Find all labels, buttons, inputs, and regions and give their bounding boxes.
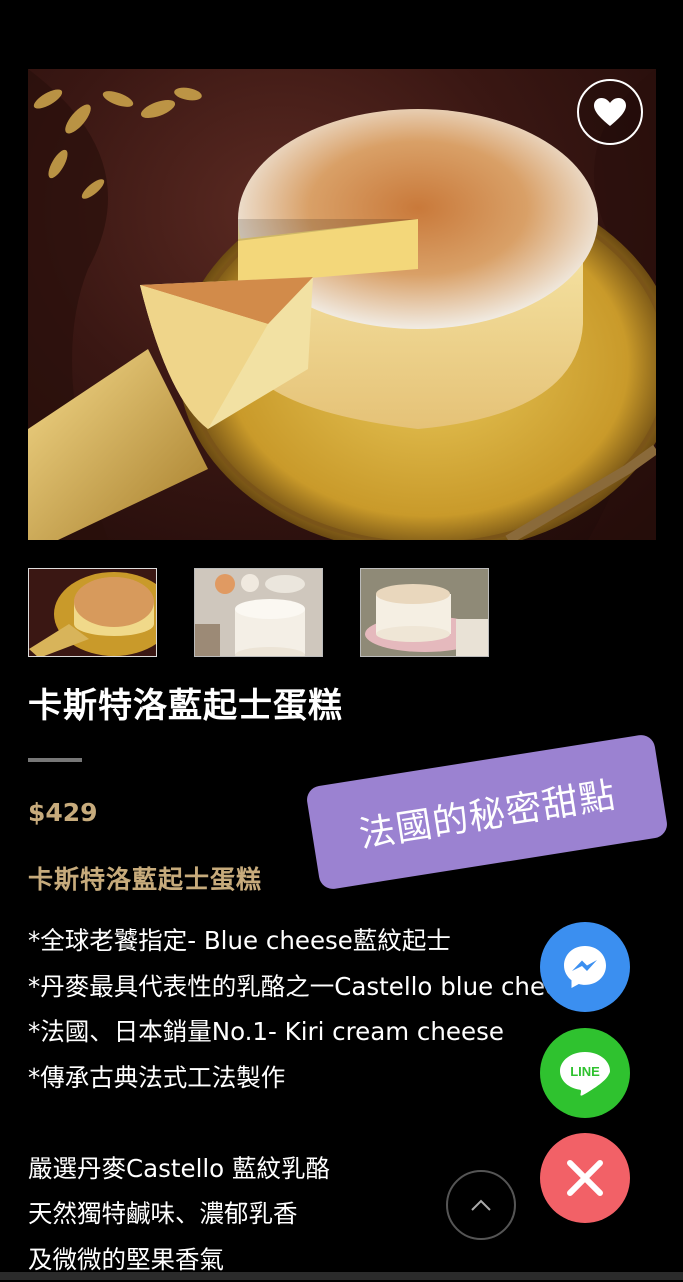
title-divider: [28, 758, 82, 762]
description-line: [28, 1100, 588, 1146]
line-label: LINE: [570, 1064, 600, 1079]
chevron-up-icon: [470, 1198, 492, 1212]
bottom-bar: [0, 1272, 683, 1280]
heart-icon: [593, 97, 627, 127]
description-line: *全球老饕指定- Blue cheese藍紋起士: [28, 918, 588, 964]
thumbnail-2[interactable]: [194, 568, 323, 657]
product-subtitle: 卡斯特洛藍起士蛋糕: [28, 860, 262, 896]
close-button[interactable]: [540, 1133, 630, 1223]
thumbnail-strip: [28, 568, 489, 657]
close-icon: [565, 1158, 605, 1198]
messenger-button[interactable]: [540, 922, 630, 1012]
scroll-to-top-button[interactable]: [446, 1170, 516, 1240]
description-line: *丹麥最具代表性的乳酪之一Castello blue cheese: [28, 964, 588, 1010]
line-icon: LINE: [557, 1048, 613, 1098]
promo-tag: 法國的秘密甜點: [305, 733, 669, 891]
thumbnail-3[interactable]: [360, 568, 489, 657]
messenger-icon: [560, 942, 610, 992]
product-main-image[interactable]: [28, 69, 656, 540]
description-line: *法國、日本銷量No.1- Kiri cream cheese: [28, 1009, 588, 1055]
line-button[interactable]: LINE: [540, 1028, 630, 1118]
product-title: 卡斯特洛藍起士蛋糕: [28, 678, 343, 727]
thumbnail-1[interactable]: [28, 568, 157, 657]
product-price: $429: [28, 798, 98, 827]
description-line: *傳承古典法式工法製作: [28, 1055, 588, 1101]
cheesecake-image: [28, 69, 656, 540]
favorite-button[interactable]: [577, 79, 643, 145]
